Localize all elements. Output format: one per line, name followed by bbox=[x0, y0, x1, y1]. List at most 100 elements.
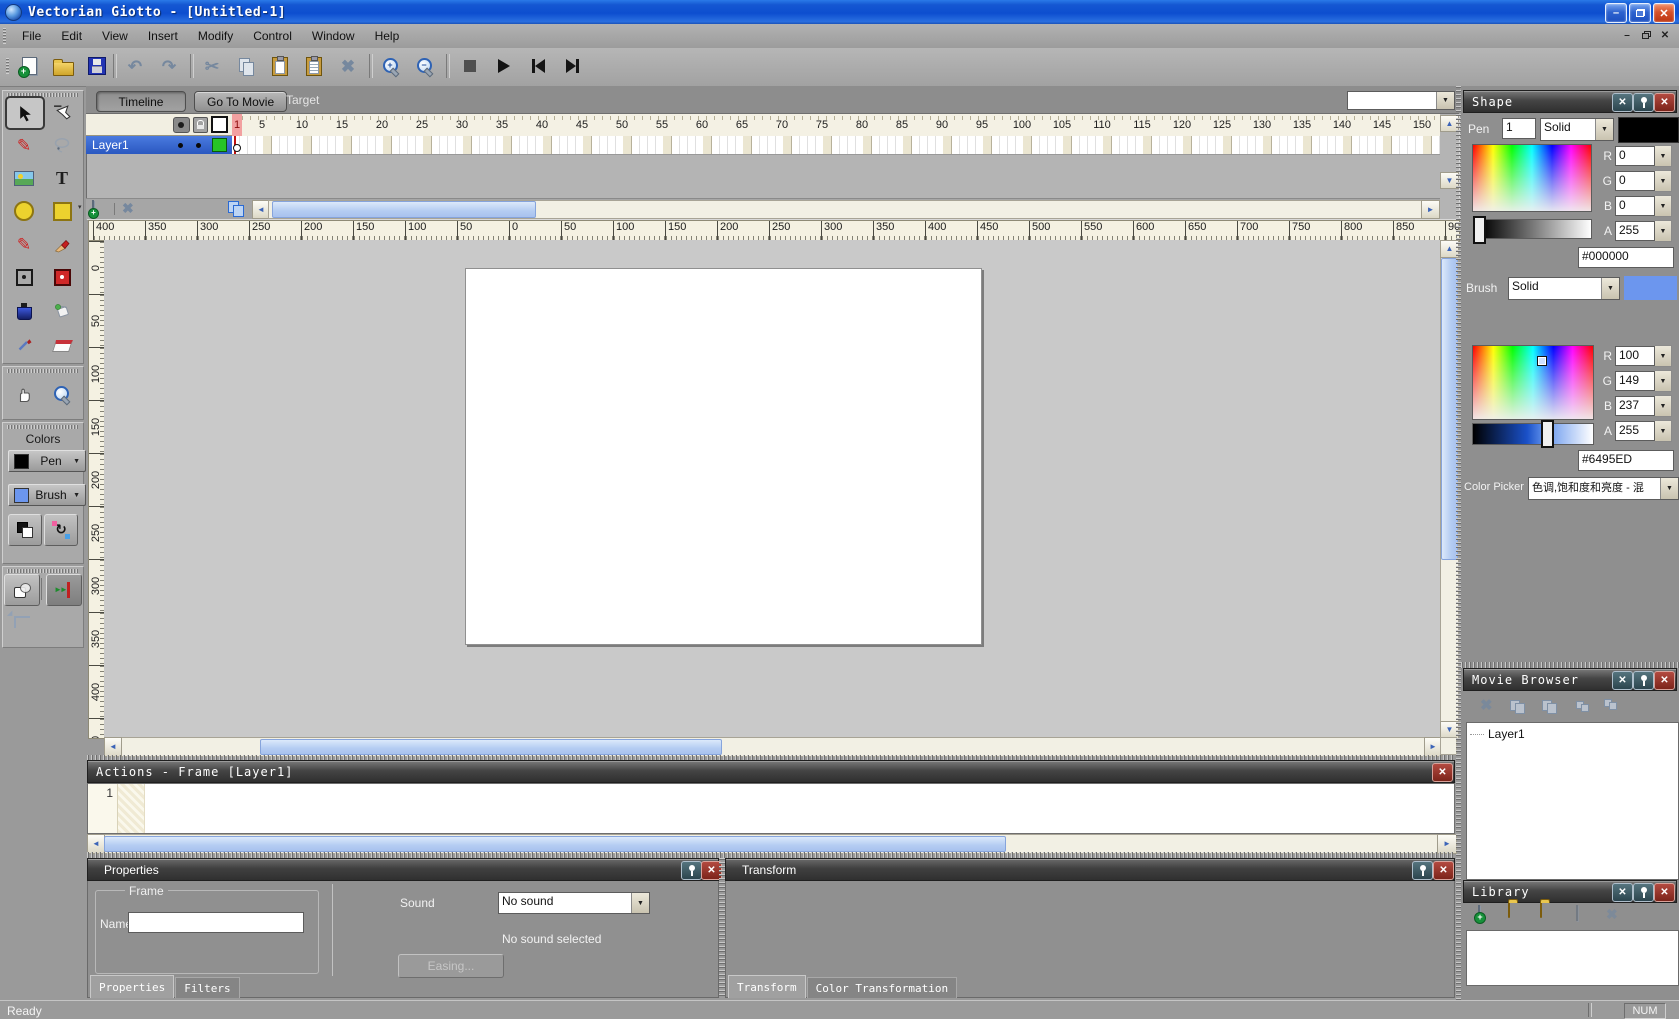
registration-point-red-tool-button[interactable] bbox=[43, 261, 81, 293]
menu-item[interactable]: Window bbox=[302, 25, 365, 48]
channel-spin-button[interactable]: ▼ bbox=[1655, 345, 1672, 367]
paste-button[interactable] bbox=[265, 51, 295, 81]
redo-button[interactable]: ↷ bbox=[154, 51, 184, 81]
current-frame-indicator[interactable]: 1 bbox=[232, 114, 242, 136]
mb-delete-button[interactable]: ✖ bbox=[1480, 698, 1493, 713]
brush-color-button[interactable]: Brush ▼ bbox=[8, 484, 86, 506]
lock-layers-icon[interactable] bbox=[193, 117, 208, 133]
zoom-out-button[interactable]: − bbox=[410, 51, 440, 81]
minimize-button[interactable]: – bbox=[1605, 3, 1627, 23]
menu-item[interactable]: Modify bbox=[188, 25, 243, 48]
stage[interactable] bbox=[465, 268, 982, 645]
channel-value-input[interactable]: 149 bbox=[1615, 371, 1655, 391]
transform-tab[interactable]: Color Transformation bbox=[807, 977, 957, 998]
sound-dropdown[interactable]: No sound ▼ bbox=[498, 892, 650, 914]
shape-close-button[interactable]: ✕ bbox=[1654, 93, 1675, 112]
color-picker-arrow[interactable]: ▼ bbox=[1660, 478, 1678, 499]
zoom-in-button[interactable]: + bbox=[376, 51, 406, 81]
channel-spin-button[interactable]: ▼ bbox=[1655, 395, 1672, 417]
timeline-tab-button[interactable]: Timeline bbox=[96, 91, 186, 112]
delete-button[interactable]: ✖ bbox=[333, 51, 363, 81]
actions-close-button[interactable]: ✕ bbox=[1432, 763, 1453, 782]
menu-item[interactable]: Help bbox=[365, 25, 410, 48]
movie-browser-tree[interactable] bbox=[1466, 722, 1679, 880]
hand-tool-button[interactable] bbox=[5, 378, 43, 410]
library-delete-button[interactable]: ✖ bbox=[1606, 907, 1618, 921]
first-frame-button[interactable] bbox=[523, 51, 553, 81]
open-button[interactable] bbox=[48, 51, 78, 81]
delete-layer-button[interactable]: ✖ bbox=[122, 201, 134, 215]
actions-code-editor[interactable]: 1 bbox=[87, 783, 1455, 834]
menu-item[interactable]: File bbox=[12, 25, 51, 48]
frame-name-input[interactable] bbox=[128, 912, 304, 933]
eraser-tool-button[interactable] bbox=[43, 327, 81, 359]
timeline-frame-header[interactable]: 1 51015202530354045505560657075808590951… bbox=[232, 114, 1440, 137]
library-open-folder-button[interactable] bbox=[1540, 903, 1542, 917]
channel-value-input[interactable]: 0 bbox=[1615, 146, 1655, 166]
line-tool-button[interactable]: ✎ bbox=[5, 129, 43, 161]
brush-gradient-marker[interactable] bbox=[1537, 356, 1547, 366]
library-new-item-button[interactable]: + bbox=[1478, 906, 1480, 920]
pen-value-slider[interactable] bbox=[1480, 219, 1592, 239]
paint-bucket-tool-button[interactable] bbox=[43, 294, 81, 326]
canvas-hscrollbar-thumb[interactable] bbox=[260, 739, 722, 755]
library-new-folder-button[interactable] bbox=[1508, 903, 1510, 917]
rectangle-tool-button[interactable] bbox=[43, 195, 81, 227]
pen-hex-input[interactable]: #000000 bbox=[1578, 247, 1674, 268]
library-list[interactable] bbox=[1466, 930, 1679, 986]
ink-bottle-tool-button[interactable] bbox=[5, 294, 43, 326]
channel-value-input[interactable]: 0 bbox=[1615, 196, 1655, 216]
channel-spin-button[interactable]: ▼ bbox=[1655, 420, 1672, 442]
pen-color-button[interactable]: Pen ▼ bbox=[8, 450, 86, 472]
pen-style-dropdown[interactable]: Solid ▼ bbox=[1540, 118, 1614, 141]
library-close-button[interactable]: ✕ bbox=[1654, 883, 1675, 902]
menu-item[interactable]: Insert bbox=[138, 25, 188, 48]
pen-value-slider-handle[interactable] bbox=[1473, 216, 1486, 244]
movie-browser-close-button[interactable]: ✕ bbox=[1654, 671, 1675, 690]
menu-item[interactable]: Control bbox=[243, 25, 302, 48]
channel-spin-button[interactable]: ▼ bbox=[1655, 170, 1672, 192]
properties-tab[interactable]: Filters bbox=[175, 977, 239, 998]
play-button[interactable] bbox=[489, 51, 519, 81]
channel-value-input[interactable]: 237 bbox=[1615, 396, 1655, 416]
library-hide-button[interactable]: ✕ bbox=[1612, 883, 1633, 902]
layer-row[interactable]: Layer1 bbox=[86, 136, 232, 154]
zoom-tool-button[interactable] bbox=[43, 378, 81, 410]
actions-scroll-right-button[interactable]: ► bbox=[1437, 834, 1457, 854]
mdi-close-button[interactable]: ✕ bbox=[1657, 28, 1673, 42]
channel-spin-button[interactable]: ▼ bbox=[1655, 370, 1672, 392]
mdi-minimize-button[interactable]: – bbox=[1619, 28, 1635, 42]
undo-button[interactable]: ↶ bbox=[120, 51, 150, 81]
paste-special-button[interactable] bbox=[299, 51, 329, 81]
movie-browser-hide-button[interactable]: ✕ bbox=[1612, 671, 1633, 690]
brush-style-dropdown[interactable]: Solid ▼ bbox=[1508, 277, 1620, 300]
layer-name[interactable]: Layer1 bbox=[92, 138, 178, 152]
outline-layers-icon[interactable] bbox=[211, 116, 228, 133]
transform-close-button[interactable]: ✕ bbox=[1433, 861, 1454, 880]
swap-colors-button[interactable]: ↻ bbox=[44, 514, 78, 546]
layer-lock-dot[interactable] bbox=[196, 143, 201, 148]
brush-value-slider-handle[interactable] bbox=[1541, 420, 1554, 448]
new-button[interactable]: + bbox=[14, 51, 44, 81]
properties-pin-button[interactable] bbox=[681, 861, 702, 880]
brush-hex-input[interactable]: #6495ED bbox=[1578, 450, 1674, 471]
channel-spin-button[interactable]: ▼ bbox=[1655, 220, 1672, 242]
canvas-scroll-left-button[interactable]: ◄ bbox=[104, 737, 122, 757]
movie-browser-pin-button[interactable] bbox=[1633, 671, 1654, 690]
color-picker-dropdown[interactable]: 色调,饱和度和亮度 - 混 ▼ bbox=[1528, 477, 1679, 500]
channel-value-input[interactable]: 0 bbox=[1615, 171, 1655, 191]
menu-item[interactable]: Edit bbox=[51, 25, 92, 48]
brush-color-preview[interactable] bbox=[1624, 276, 1677, 300]
go-to-movie-button[interactable]: Go To Movie bbox=[194, 91, 287, 112]
brush-tool-button[interactable] bbox=[43, 228, 81, 260]
brush-color-gradient[interactable] bbox=[1472, 345, 1594, 420]
pencil-tool-button[interactable]: ✎ bbox=[5, 228, 43, 260]
selection-tool-button[interactable] bbox=[5, 96, 45, 130]
close-button[interactable]: ✕ bbox=[1653, 3, 1675, 23]
library-edit-button[interactable] bbox=[1576, 906, 1578, 920]
channel-value-input[interactable]: 255 bbox=[1615, 221, 1655, 241]
brush-style-arrow[interactable]: ▼ bbox=[1601, 278, 1619, 299]
tree-item-layer[interactable]: Layer1 bbox=[1488, 727, 1525, 741]
text-tool-button[interactable]: T bbox=[43, 162, 81, 194]
menu-item[interactable]: View bbox=[92, 25, 138, 48]
